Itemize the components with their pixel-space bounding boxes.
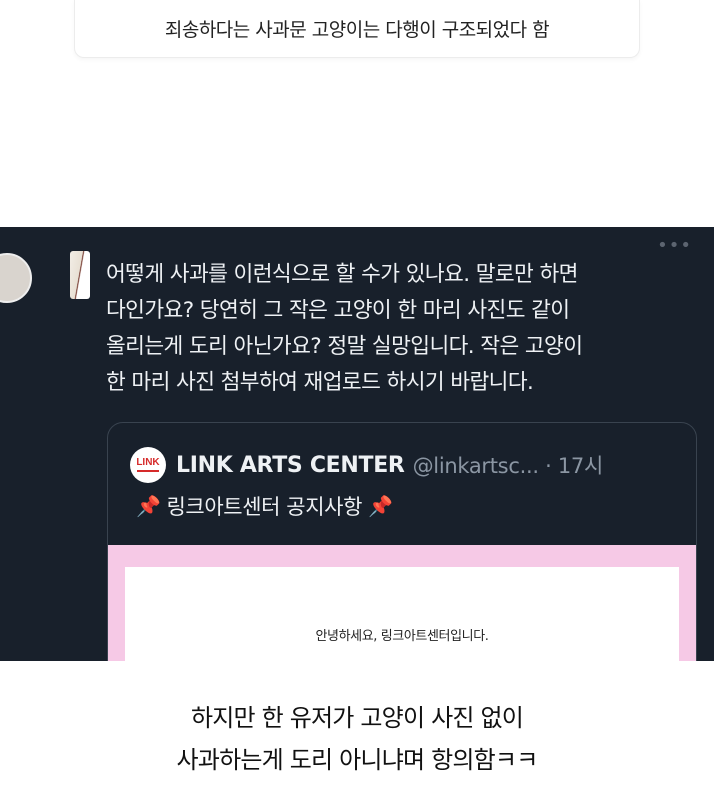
quoted-tweet-header: LINK LINK ARTS CENTER @linkartsc... · 17…	[130, 447, 603, 483]
logo-underline	[137, 470, 159, 472]
notice-paper: 안녕하세요, 링크아트센터입니다.	[125, 567, 679, 661]
notice-text: 안녕하세요, 링크아트센터입니다.	[315, 629, 489, 644]
pushpin-icon: 📌	[136, 494, 161, 518]
reply-text: 어떻게 사과를 이런식으로 할 수가 있나요. 말로만 하면 다인가요? 당연히…	[106, 257, 706, 401]
bottom-caption: 하지만 한 유저가 고양이 사진 없이 사과하는게 도리 아니냐며 항의함ㅋㅋ	[0, 697, 714, 781]
bottom-caption-line: 하지만 한 유저가 고양이 사진 없이	[190, 704, 524, 732]
quoted-title-text: 링크아트센터 공지사항	[166, 495, 363, 519]
more-dots-icon[interactable]: •••	[657, 235, 692, 256]
top-caption: 죄송하다는 사과문 고양이는 다행이 구조되었다 함	[74, 0, 640, 58]
top-caption-text: 죄송하다는 사과문 고양이는 다행이 구조되었다 함	[164, 19, 550, 41]
avatar[interactable]	[0, 253, 32, 303]
account-name[interactable]: LINK ARTS CENTER	[176, 453, 405, 478]
quoted-tweet-title: 📌 링크아트센터 공지사항 📌	[130, 491, 399, 521]
account-handle-time: @linkartsc... · 17시	[412, 454, 604, 478]
tweet-screenshot: ••• 어떻게 사과를 이런식으로 할 수가 있나요. 말로만 하면 다인가요?…	[0, 227, 714, 661]
reply-line: 다인가요? 당연히 그 작은 고양이 한 마리 사진도 같이	[106, 298, 570, 323]
bottom-caption-line: 사과하는게 도리 아니냐며 항의함ㅋㅋ	[176, 746, 539, 774]
link-logo-icon[interactable]: LINK	[130, 447, 166, 483]
avatar-secondary	[70, 251, 90, 299]
quoted-tweet-card[interactable]: LINK LINK ARTS CENTER @linkartsc... · 17…	[107, 422, 697, 661]
quoted-tweet-image[interactable]: 안녕하세요, 링크아트센터입니다.	[108, 545, 696, 661]
reply-line: 올리는게 도리 아닌가요? 정말 실망입니다. 작은 고양이	[106, 334, 583, 359]
pushpin-icon: 📌	[368, 494, 393, 518]
reply-line: 어떻게 사과를 이런식으로 할 수가 있나요. 말로만 하면	[106, 262, 578, 287]
reply-line: 한 마리 사진 첨부하여 재업로드 하시기 바랍니다.	[106, 370, 534, 395]
logo-text: LINK	[136, 457, 160, 468]
